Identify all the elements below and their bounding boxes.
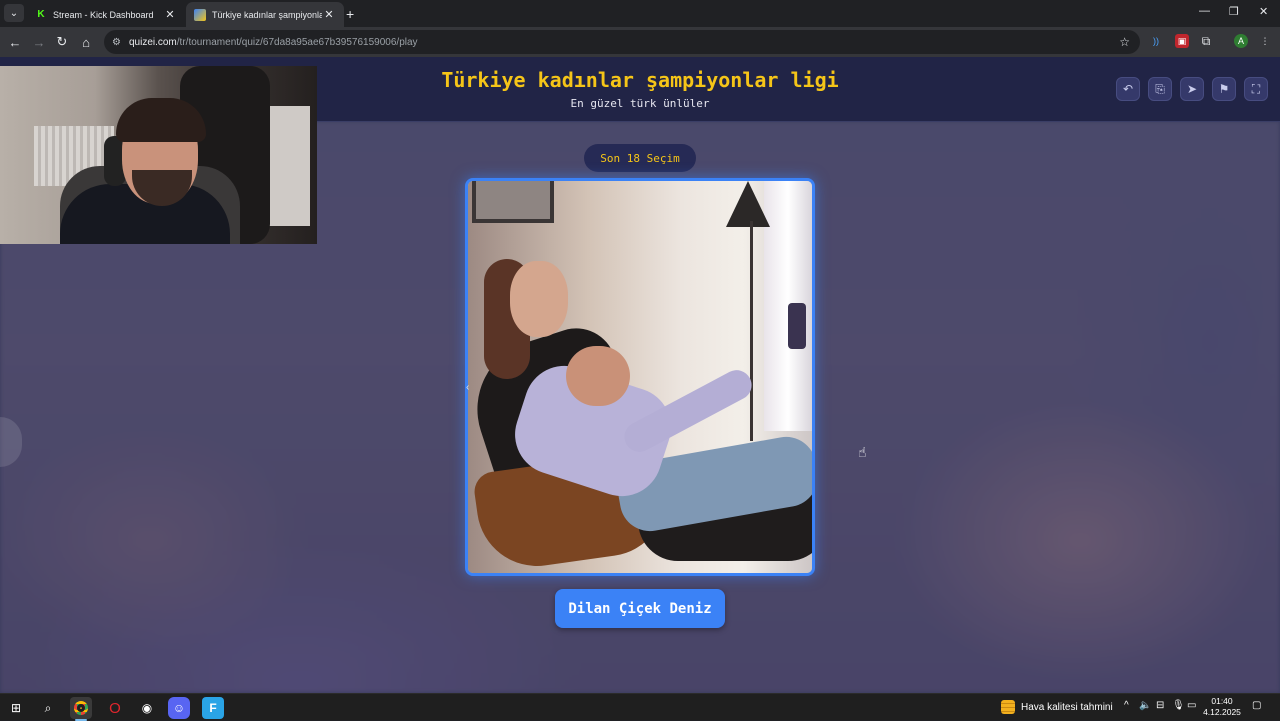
new-tab-button[interactable]: + <box>346 6 354 22</box>
extension-red-icon[interactable]: ▣ <box>1175 34 1189 48</box>
discord-icon[interactable]: ☺ <box>168 697 190 719</box>
photo-phone <box>788 303 806 349</box>
search-icon[interactable]: ⌕ <box>37 697 59 719</box>
weather-text: Hava kalitesi tahmini <box>1021 701 1113 713</box>
fullscreen-icon[interactable]: ⛶ <box>1244 77 1268 101</box>
start-icon[interactable]: ⊞ <box>5 697 27 719</box>
clock-date: 4.12.2025 <box>1203 707 1241 717</box>
chrome-icon[interactable] <box>70 697 92 721</box>
back-icon[interactable]: ← <box>6 33 24 51</box>
tab-search-button[interactable]: ⌄ <box>4 4 24 22</box>
reload-icon[interactable]: ↻ <box>53 33 71 51</box>
bookmark-star-icon[interactable]: ☆ <box>1119 35 1130 49</box>
photo-frame <box>472 181 554 223</box>
restore-icon[interactable]: ❐ <box>1229 5 1239 18</box>
taskbar: ⊞ ⌕ O ◉ ☺ F Hava kalitesi tahmini ^ 🔈 ⊟ … <box>0 693 1280 721</box>
tab-title: Stream - Kick Dashboard <box>53 9 154 20</box>
photo-skin <box>566 346 630 406</box>
candidate-name-button[interactable]: Dilan Çiçek Deniz <box>555 589 725 628</box>
candidate-image-card[interactable] <box>465 178 815 576</box>
share-icon[interactable]: ⎘ <box>1148 77 1172 101</box>
page-viewport: Türkiye kadınlar şampiyonlar ligi En güz… <box>0 57 1280 693</box>
photo-head <box>510 261 568 337</box>
browser-toolbar: ← → ↻ ⌂ ⚙ quizei.com/tr/tournament/quiz/… <box>0 27 1280 57</box>
chrome-logo <box>74 701 88 715</box>
url-host: quizei.com <box>128 36 177 48</box>
address-bar[interactable]: ⚙ quizei.com/tr/tournament/quiz/67da8a95… <box>104 30 1140 54</box>
tray-chevron-icon[interactable]: ^ <box>1124 700 1129 711</box>
round-badge: Son 18 Seçim <box>584 144 696 172</box>
webcam-overlay <box>0 66 317 244</box>
weather-icon <box>1001 700 1015 714</box>
app-f-icon[interactable]: F <box>202 697 224 719</box>
menu-kebab-icon[interactable]: ⋮ <box>1258 34 1272 48</box>
photo-lamp-shade <box>726 181 770 227</box>
clock-time: 01:40 <box>1211 696 1233 706</box>
window-close-icon[interactable]: ✕ <box>1259 5 1268 18</box>
notifications-icon[interactable]: ▢ <box>1252 700 1261 711</box>
close-tab-icon[interactable]: ✕ <box>163 8 177 21</box>
hand-cursor-icon: ☝ <box>858 444 867 460</box>
network-icon[interactable]: ⊟ <box>1156 700 1164 711</box>
tab-kick-dashboard[interactable]: K Stream - Kick Dashboard ✕ <box>27 2 185 27</box>
obs-icon[interactable]: ◉ <box>136 697 158 719</box>
extensions-puzzle-icon[interactable]: ⧉ <box>1199 34 1213 48</box>
home-icon[interactable]: ⌂ <box>77 33 95 51</box>
forward-icon[interactable]: → <box>30 33 48 51</box>
quizei-favicon-icon <box>194 8 206 21</box>
system-clock[interactable]: 01:40 4.12.2025 <box>1200 696 1244 718</box>
tab-strip: ⌄ K Stream - Kick Dashboard ✕ Türkiye ka… <box>0 0 1280 27</box>
send-icon[interactable]: ➤ <box>1180 77 1204 101</box>
opera-icon[interactable]: O <box>104 697 126 719</box>
speaker-icon[interactable]: 🔈 <box>1139 700 1151 711</box>
tab-title: Türkiye kadınlar şampiyonlar lig <box>212 9 322 20</box>
extension-wave-icon[interactable]: )) <box>1149 34 1163 48</box>
microphone-icon[interactable]: 🎙 <box>1172 700 1185 711</box>
weather-widget[interactable]: Hava kalitesi tahmini <box>1001 700 1113 714</box>
kick-logo-icon: K <box>37 9 45 20</box>
display-icon[interactable]: ▭ <box>1187 700 1196 711</box>
minimize-icon[interactable]: — <box>1199 5 1210 17</box>
url-path: /tr/tournament/quiz/67da8a95ae67b3957615… <box>176 36 418 48</box>
undo-icon[interactable]: ↶ <box>1116 77 1140 101</box>
close-tab-icon[interactable]: ✕ <box>322 8 336 21</box>
site-info-icon[interactable]: ⚙ <box>112 37 121 48</box>
photo-lamp-pole <box>750 221 753 441</box>
profile-avatar[interactable]: A <box>1234 34 1248 48</box>
prev-arrow-icon[interactable]: ‹ <box>466 382 469 393</box>
flag-icon[interactable]: ⚑ <box>1212 77 1236 101</box>
tab-quizei[interactable]: Türkiye kadınlar şampiyonlar lig ✕ <box>186 2 344 27</box>
